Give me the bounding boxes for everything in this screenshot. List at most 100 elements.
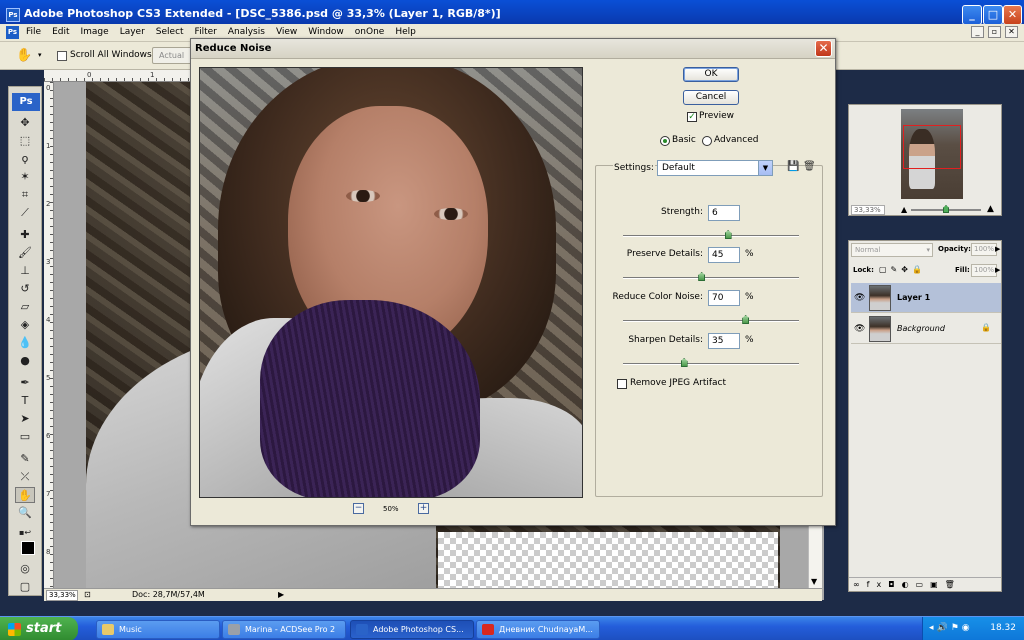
- slider-track[interactable]: [623, 235, 799, 236]
- document-icon[interactable]: Ps: [6, 26, 19, 39]
- status-icon[interactable]: ⊡: [84, 590, 91, 599]
- navigator-zoom-field[interactable]: 33,33%: [851, 205, 885, 215]
- layer-row[interactable]: 👁 Layer 1: [851, 283, 1001, 313]
- foreground-color-swatch[interactable]: [21, 541, 35, 555]
- photoshop-logo[interactable]: Ps: [12, 93, 40, 111]
- hand-tool-icon[interactable]: ✋: [16, 48, 32, 63]
- menu-item-edit[interactable]: Edit: [52, 27, 69, 37]
- shape-tool-icon[interactable]: ▭: [15, 429, 35, 445]
- zoom-out-icon[interactable]: ▲: [901, 205, 907, 214]
- save-settings-icon[interactable]: 💾: [787, 161, 799, 172]
- remove-jpeg-checkbox[interactable]: [617, 379, 627, 389]
- move-tool-icon[interactable]: ✥: [15, 115, 35, 131]
- healing-brush-tool-icon[interactable]: ✚: [15, 227, 35, 243]
- zoom-tool-icon[interactable]: 🔍: [15, 505, 35, 521]
- advanced-radio[interactable]: [702, 136, 712, 146]
- doc-restore-button[interactable]: ▫: [988, 26, 1001, 38]
- delete-layer-icon[interactable]: 🗑: [945, 580, 962, 589]
- dodge-tool-icon[interactable]: ●: [15, 353, 35, 369]
- layer-style-icon[interactable]: fx: [867, 580, 889, 589]
- eye-icon[interactable]: 👁: [854, 324, 865, 334]
- clone-stamp-tool-icon[interactable]: ⊥: [15, 263, 35, 279]
- slider-track[interactable]: [623, 277, 799, 278]
- scroll-down-arrow-icon[interactable]: ▼: [811, 577, 817, 586]
- zoom-in-icon[interactable]: ▲: [987, 204, 994, 214]
- vertical-ruler[interactable]: [44, 82, 54, 588]
- blur-tool-icon[interactable]: 💧: [15, 335, 35, 351]
- history-brush-tool-icon[interactable]: ↺: [15, 281, 35, 297]
- menu-item-analysis[interactable]: Analysis: [228, 27, 265, 37]
- menu-item-image[interactable]: Image: [81, 27, 109, 37]
- taskbar-task[interactable]: Дневник ChudnayaM...: [476, 620, 600, 639]
- crop-tool-icon[interactable]: ⌗: [15, 187, 35, 203]
- actual-pixels-button[interactable]: Actual: [152, 47, 192, 64]
- menu-item-layer[interactable]: Layer: [120, 27, 145, 37]
- ok-button[interactable]: OK: [683, 67, 739, 82]
- navigator-zoom-knob[interactable]: [943, 205, 949, 213]
- menu-item-select[interactable]: Select: [156, 27, 184, 37]
- scroll-all-windows-checkbox[interactable]: [57, 51, 67, 61]
- delete-settings-icon[interactable]: 🗑: [803, 161, 816, 172]
- fill-arrow-icon[interactable]: ▶: [995, 264, 1000, 277]
- adjustment-layer-icon[interactable]: ◐: [902, 580, 916, 589]
- path-selection-tool-icon[interactable]: ➤: [15, 411, 35, 427]
- pen-tool-icon[interactable]: ✒: [15, 375, 35, 391]
- preview-checkbox[interactable]: ✓: [687, 112, 697, 122]
- basic-radio[interactable]: [660, 136, 670, 146]
- status-menu-arrow-icon[interactable]: ▶: [278, 590, 284, 599]
- taskbar-task[interactable]: Music: [96, 620, 220, 639]
- slider-value-field[interactable]: 45: [708, 247, 740, 263]
- eraser-tool-icon[interactable]: ▱: [15, 299, 35, 315]
- new-group-icon[interactable]: ▭: [916, 580, 931, 589]
- navigator-view-box[interactable]: [903, 125, 961, 169]
- fill-field[interactable]: 100%: [971, 264, 997, 277]
- notes-tool-icon[interactable]: ✎: [15, 451, 35, 467]
- navigator-thumbnail[interactable]: [901, 109, 963, 199]
- lock-icons[interactable]: ▢✎✥🔒: [879, 265, 926, 274]
- slider-value-field[interactable]: 6: [708, 205, 740, 221]
- layer-row[interactable]: 👁 Background 🔒: [851, 314, 1001, 344]
- quick-mask-icon[interactable]: ◎: [15, 561, 35, 577]
- layer-mask-icon[interactable]: ◘: [888, 580, 901, 589]
- paint-bucket-tool-icon[interactable]: ◈: [15, 317, 35, 333]
- menu-item-file[interactable]: File: [26, 27, 41, 37]
- taskbar-task[interactable]: Adobe Photoshop CS...: [350, 620, 474, 639]
- settings-select[interactable]: Default ▼: [657, 160, 773, 176]
- dialog-close-button[interactable]: ✕: [815, 40, 832, 57]
- type-tool-icon[interactable]: T: [15, 393, 35, 409]
- new-layer-icon[interactable]: ▣: [930, 580, 945, 589]
- menu-item-help[interactable]: Help: [395, 27, 416, 37]
- menu-item-filter[interactable]: Filter: [195, 27, 217, 37]
- preview-zoom-in-button[interactable]: +: [418, 503, 429, 514]
- menu-item-view[interactable]: View: [276, 27, 297, 37]
- chevron-down-icon[interactable]: ▼: [758, 161, 772, 175]
- link-layers-icon[interactable]: ∞: [853, 580, 867, 589]
- eye-icon[interactable]: 👁: [854, 293, 865, 303]
- eyedropper-tool-icon[interactable]: ⤫: [15, 469, 35, 485]
- opacity-field[interactable]: 100%: [971, 243, 997, 256]
- start-button[interactable]: start: [0, 617, 78, 640]
- doc-close-button[interactable]: ✕: [1005, 26, 1018, 38]
- taskbar-task[interactable]: Marina - ACDSee Pro 2: [222, 620, 346, 639]
- zoom-field[interactable]: 33,33%: [46, 590, 78, 601]
- slider-value-field[interactable]: 70: [708, 290, 740, 306]
- close-button[interactable]: ✕: [1003, 5, 1022, 25]
- menu-item-onone[interactable]: onOne: [355, 27, 385, 37]
- marquee-tool-icon[interactable]: ⬚: [15, 133, 35, 149]
- tool-preset-dropdown-icon[interactable]: ▾: [38, 51, 42, 59]
- noise-preview-image[interactable]: [199, 67, 583, 498]
- hand-tool-selected-icon[interactable]: ✋: [15, 487, 35, 503]
- slider-value-field[interactable]: 35: [708, 333, 740, 349]
- minimize-button[interactable]: _: [962, 5, 982, 25]
- slice-tool-icon[interactable]: ⟋: [15, 205, 35, 221]
- doc-minimize-button[interactable]: _: [971, 26, 984, 38]
- blend-mode-select[interactable]: Normal: [851, 243, 933, 257]
- lasso-tool-icon[interactable]: ϙ: [15, 151, 35, 167]
- brush-tool-icon[interactable]: 🖌: [15, 245, 35, 261]
- preview-zoom-out-button[interactable]: −: [353, 503, 364, 514]
- cancel-button[interactable]: Cancel: [683, 90, 739, 105]
- slider-track[interactable]: [623, 363, 799, 364]
- default-colors-icon[interactable]: ▪↩: [15, 525, 35, 541]
- tray-icons[interactable]: ◂🔊⚑◉: [929, 623, 973, 633]
- slider-track[interactable]: [623, 320, 799, 321]
